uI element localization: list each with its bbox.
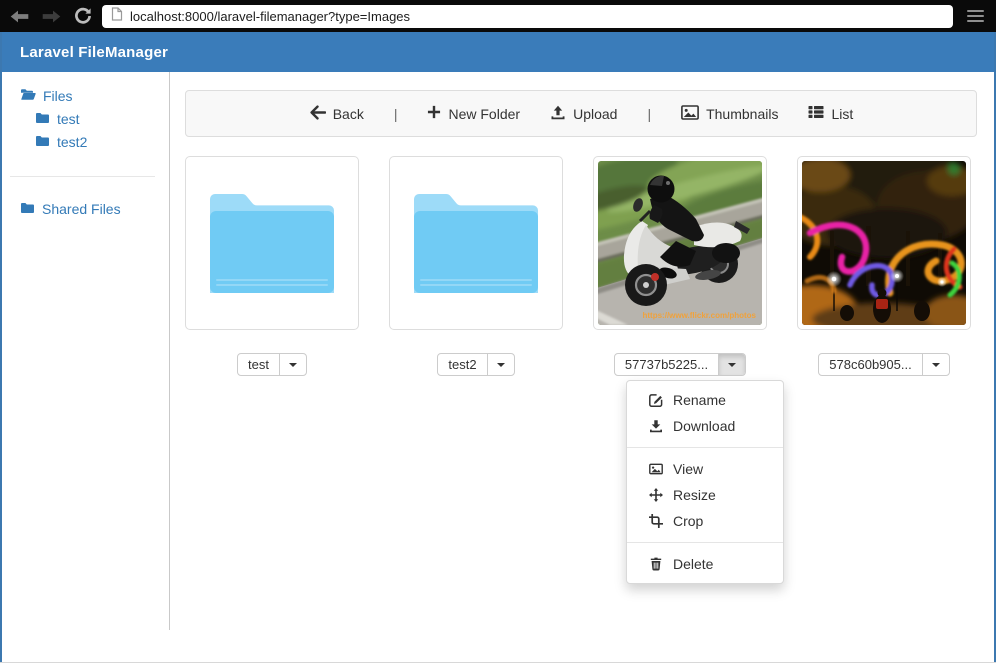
watermark-text: https://www.flickr.com/photos xyxy=(643,311,757,320)
picture-icon xyxy=(681,105,699,123)
thumbnails-button[interactable]: Thumbnails xyxy=(681,105,778,123)
thumbnails-label: Thumbnails xyxy=(706,106,778,122)
menu-item-label: Download xyxy=(673,417,735,435)
sidebar-item-shared-files[interactable]: Shared Files xyxy=(20,201,169,217)
download-icon xyxy=(649,419,663,433)
menu-divider xyxy=(627,447,783,448)
browser-reload-icon[interactable] xyxy=(74,7,92,25)
menu-item-download[interactable]: Download xyxy=(627,413,783,439)
items-grid: test test2 xyxy=(185,156,977,376)
menu-item-label: Crop xyxy=(673,512,703,530)
window-bottom-edge xyxy=(0,662,996,663)
page-document-icon xyxy=(111,7,123,26)
menu-item-view[interactable]: View xyxy=(627,456,783,482)
sidebar-item-label: test2 xyxy=(57,134,87,150)
item-dropdown-toggle[interactable] xyxy=(279,354,306,375)
caret-down-icon xyxy=(289,363,297,367)
content-area: Back | New Folder Uploa xyxy=(170,72,994,662)
motorcycle-photo: https://www.flickr.com/photos xyxy=(598,161,762,325)
menu-item-label: Resize xyxy=(673,486,716,504)
toolbar-separator: | xyxy=(394,106,398,122)
new-folder-button[interactable]: New Folder xyxy=(427,105,520,122)
upload-icon xyxy=(550,105,566,123)
toolbar: Back | New Folder Uploa xyxy=(185,90,977,137)
folder-icon xyxy=(35,111,50,127)
item-dropdown-toggle[interactable] xyxy=(922,354,949,375)
menu-item-crop[interactable]: Crop xyxy=(627,508,783,534)
menu-item-resize[interactable]: Resize xyxy=(627,482,783,508)
sidebar-item-label: test xyxy=(57,111,80,127)
back-button[interactable]: Back xyxy=(309,105,364,123)
sidebar-item-test2[interactable]: test2 xyxy=(35,134,169,150)
rename-icon xyxy=(649,393,663,407)
list-button[interactable]: List xyxy=(808,105,853,122)
menu-item-label: Delete xyxy=(673,555,713,573)
grid-item-image-2: 578c60b905... xyxy=(797,156,971,376)
folder-thumbnail[interactable] xyxy=(185,156,359,330)
url-text[interactable]: localhost:8000/laravel-filemanager?type=… xyxy=(130,9,410,24)
filemanager-page: Laravel FileManager Files test xyxy=(0,32,996,662)
item-name-button[interactable]: test xyxy=(238,354,279,375)
folder-large-icon xyxy=(406,187,546,299)
back-label: Back xyxy=(333,106,364,122)
address-bar[interactable]: localhost:8000/laravel-filemanager?type=… xyxy=(102,5,953,28)
sidebar-item-label: Files xyxy=(43,88,73,104)
sidebar-item-test[interactable]: test xyxy=(35,111,169,127)
folder-icon xyxy=(20,201,35,217)
folder-thumbnail[interactable] xyxy=(389,156,563,330)
app-title: Laravel FileManager xyxy=(20,44,168,61)
image-thumbnail[interactable]: https://www.flickr.com/photos xyxy=(593,156,767,330)
item-action-button-group: test xyxy=(237,353,307,376)
item-dropdown-toggle-open[interactable] xyxy=(718,354,745,375)
folder-open-icon xyxy=(20,88,36,104)
item-action-button-group: test2 xyxy=(437,353,514,376)
back-arrow-icon xyxy=(309,105,326,123)
grid-item-folder-test2: test2 xyxy=(389,156,563,376)
new-folder-label: New Folder xyxy=(448,106,520,122)
plus-icon xyxy=(427,105,441,122)
toolbar-separator: | xyxy=(647,106,651,122)
folder-icon xyxy=(35,134,50,150)
folder-large-icon xyxy=(202,187,342,299)
item-dropdown-menu: Rename Download View xyxy=(626,380,784,584)
browser-menu-icon[interactable] xyxy=(965,8,986,25)
menu-item-label: View xyxy=(673,460,703,478)
list-label: List xyxy=(831,106,853,122)
caret-down-icon xyxy=(932,363,940,367)
item-name-button[interactable]: 578c60b905... xyxy=(819,354,921,375)
menu-divider xyxy=(627,542,783,543)
item-name-button[interactable]: 57737b5225... xyxy=(615,354,718,375)
resize-icon xyxy=(649,488,663,502)
caret-down-icon xyxy=(497,363,505,367)
app-header: Laravel FileManager xyxy=(2,32,994,72)
item-action-button-group: 578c60b905... xyxy=(818,353,949,376)
upload-label: Upload xyxy=(573,106,617,122)
upload-button[interactable]: Upload xyxy=(550,105,617,123)
view-icon xyxy=(649,462,663,476)
grid-item-folder-test: test xyxy=(185,156,359,376)
sidebar-item-files[interactable]: Files xyxy=(20,88,169,104)
menu-item-label: Rename xyxy=(673,391,726,409)
sidebar-item-label: Shared Files xyxy=(42,201,121,217)
image-thumbnail[interactable] xyxy=(797,156,971,330)
grid-item-image-1: https://www.flickr.com/photos 57737b5225… xyxy=(593,156,767,376)
delete-icon xyxy=(649,557,663,571)
caret-down-icon xyxy=(728,363,736,367)
list-icon xyxy=(808,105,824,122)
browser-chrome: localhost:8000/laravel-filemanager?type=… xyxy=(0,0,996,32)
item-action-button-group: 57737b5225... xyxy=(614,353,746,376)
folder-tree-sidebar: Files test test2 Shared Files xyxy=(2,72,170,630)
sidebar-divider xyxy=(10,176,155,177)
crop-icon xyxy=(649,514,663,528)
menu-item-delete[interactable]: Delete xyxy=(627,551,783,577)
browser-forward-icon[interactable] xyxy=(42,9,61,24)
browser-back-icon[interactable] xyxy=(10,9,29,24)
item-name-button[interactable]: test2 xyxy=(438,354,486,375)
menu-item-rename[interactable]: Rename xyxy=(627,387,783,413)
item-dropdown-toggle[interactable] xyxy=(487,354,514,375)
light-painting-photo xyxy=(802,161,966,325)
